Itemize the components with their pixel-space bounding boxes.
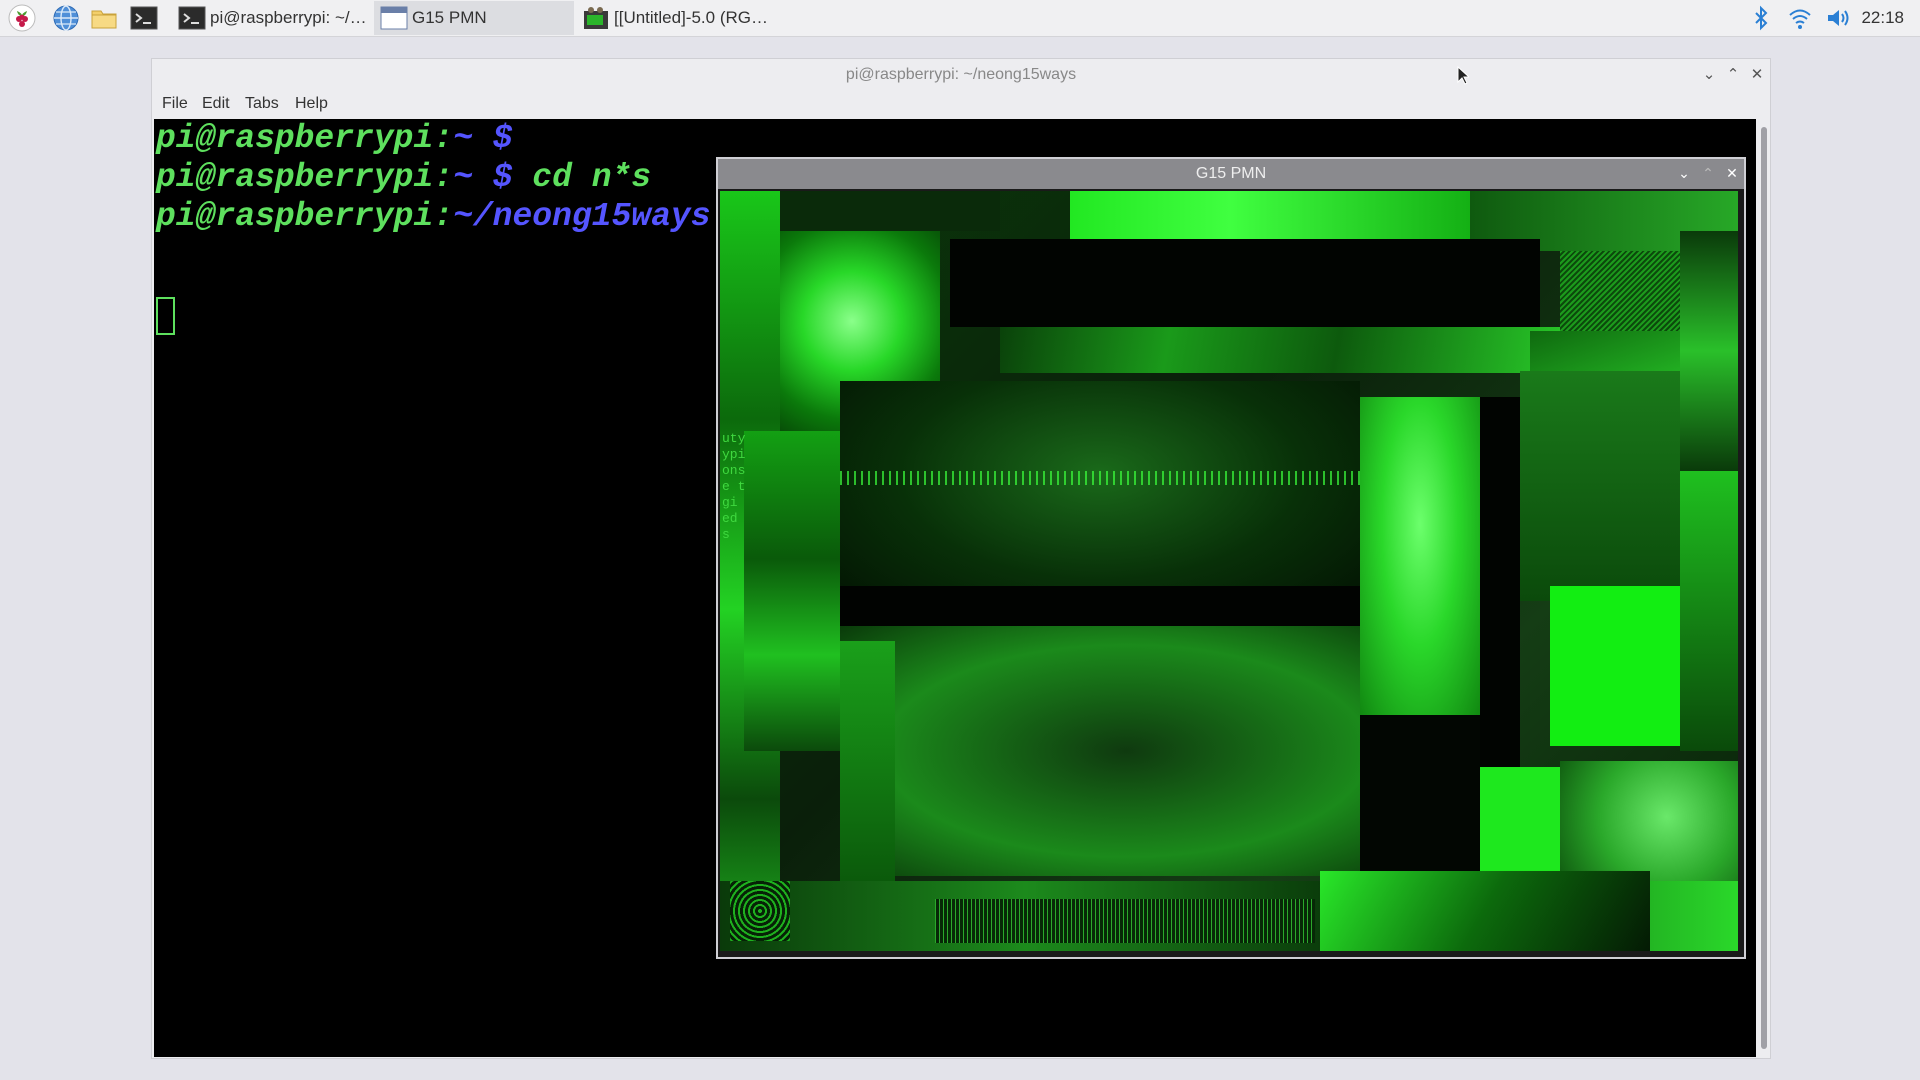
collage-tile — [1520, 371, 1680, 601]
bluetooth-icon[interactable] — [1748, 5, 1774, 31]
menu-tabs[interactable]: Tabs — [245, 95, 279, 113]
volume-icon[interactable] — [1825, 5, 1851, 31]
terminal-line: pi@raspberrypi:~ $ — [156, 119, 512, 158]
collage-tile — [1480, 397, 1520, 767]
collage-tile — [1680, 471, 1738, 751]
prompt-symbol: $ — [472, 159, 513, 196]
task-gimp-label: [[Untitled]-5.0 (RGB c... — [614, 8, 776, 27]
window-icon — [380, 6, 408, 30]
menu-raspberry-icon[interactable] — [8, 4, 36, 32]
wifi-icon[interactable] — [1787, 5, 1813, 31]
collage-tile-neon — [1550, 586, 1680, 746]
gimp-icon — [584, 7, 608, 29]
g15-collage-canvas[interactable]: uty ypi ons e t gi ed s — [720, 191, 1738, 951]
prompt-path: ~/neong15ways — [453, 198, 711, 235]
prompt-path: ~ — [453, 159, 473, 196]
terminal-launcher-icon[interactable] — [130, 4, 158, 32]
collage-tile — [1480, 767, 1560, 881]
collage-tile — [1070, 191, 1470, 239]
collage-tile — [1320, 871, 1650, 951]
prompt-user: pi@raspberrypi: — [156, 198, 454, 235]
prompt-user: pi@raspberrypi: — [156, 120, 454, 157]
collage-tile-striped — [935, 899, 1315, 943]
clock[interactable]: 22:18 — [1861, 8, 1904, 28]
collage-tile — [744, 431, 840, 751]
task-g15-pmn-label: G15 PMN — [412, 8, 487, 27]
terminal-line: pi@raspberrypi:~ $ cd n*s — [156, 158, 651, 197]
collage-tile — [730, 881, 790, 941]
command-text: cd n*s — [512, 159, 652, 196]
collage-tile — [840, 586, 1360, 626]
taskbar: pi@raspberrypi: ~/ne... G15 PMN [[Untitl… — [0, 0, 1920, 37]
g15-minimize-button[interactable]: ⌄ — [1676, 165, 1692, 181]
g15-title: G15 PMN — [718, 159, 1744, 189]
collage-tile — [950, 239, 1540, 327]
collage-tile — [1680, 231, 1738, 471]
terminal-cursor — [156, 297, 175, 335]
task-gimp[interactable]: [[Untitled]-5.0 (RGB c... — [576, 1, 776, 35]
collage-tile — [1360, 715, 1480, 881]
terminal-icon — [178, 6, 206, 30]
task-terminal[interactable]: pi@raspberrypi: ~/ne... — [172, 1, 372, 35]
prompt-user: pi@raspberrypi: — [156, 159, 454, 196]
collage-side-text: uty ypi ons e t gi ed s — [722, 431, 746, 542]
task-g15-pmn[interactable]: G15 PMN — [374, 1, 574, 35]
terminal-scrollbar[interactable] — [1758, 119, 1770, 1057]
task-terminal-label: pi@raspberrypi: ~/ne... — [210, 8, 372, 27]
terminal-menubar: File Edit Tabs Help — [152, 91, 1770, 117]
web-browser-icon[interactable] — [52, 4, 80, 32]
collage-tile-dark-panel — [840, 381, 1360, 611]
g15-pmn-window: G15 PMN ⌄ ⌃ ✕ uty ypi ons e t gi ed s — [716, 157, 1746, 959]
scrollbar-thumb[interactable] — [1761, 127, 1767, 1049]
collage-tile — [840, 641, 895, 881]
menu-help[interactable]: Help — [295, 95, 328, 113]
menu-file[interactable]: File — [162, 95, 188, 113]
g15-maximize-button[interactable]: ⌃ — [1700, 165, 1716, 181]
terminal-line: pi@raspberrypi:~/neong15ways — [156, 197, 711, 236]
collage-dotted-strip — [840, 471, 1360, 485]
minimize-button[interactable]: ⌄ — [1700, 66, 1718, 84]
collage-tile — [780, 191, 1000, 231]
close-button[interactable]: ✕ — [1748, 66, 1766, 84]
collage-tile-fabric — [840, 626, 1360, 876]
collage-tile-bright — [1360, 397, 1480, 715]
g15-close-button[interactable]: ✕ — [1724, 165, 1740, 181]
file-manager-icon[interactable] — [90, 4, 118, 32]
collage-tile — [1000, 327, 1560, 373]
terminal-title: pi@raspberrypi: ~/neong15ways — [845, 66, 1077, 83]
menu-edit[interactable]: Edit — [202, 95, 230, 113]
prompt-symbol: $ — [472, 120, 513, 157]
maximize-button[interactable]: ⌃ — [1724, 66, 1742, 84]
mouse-pointer-icon — [1457, 66, 1469, 85]
prompt-path: ~ — [453, 120, 473, 157]
